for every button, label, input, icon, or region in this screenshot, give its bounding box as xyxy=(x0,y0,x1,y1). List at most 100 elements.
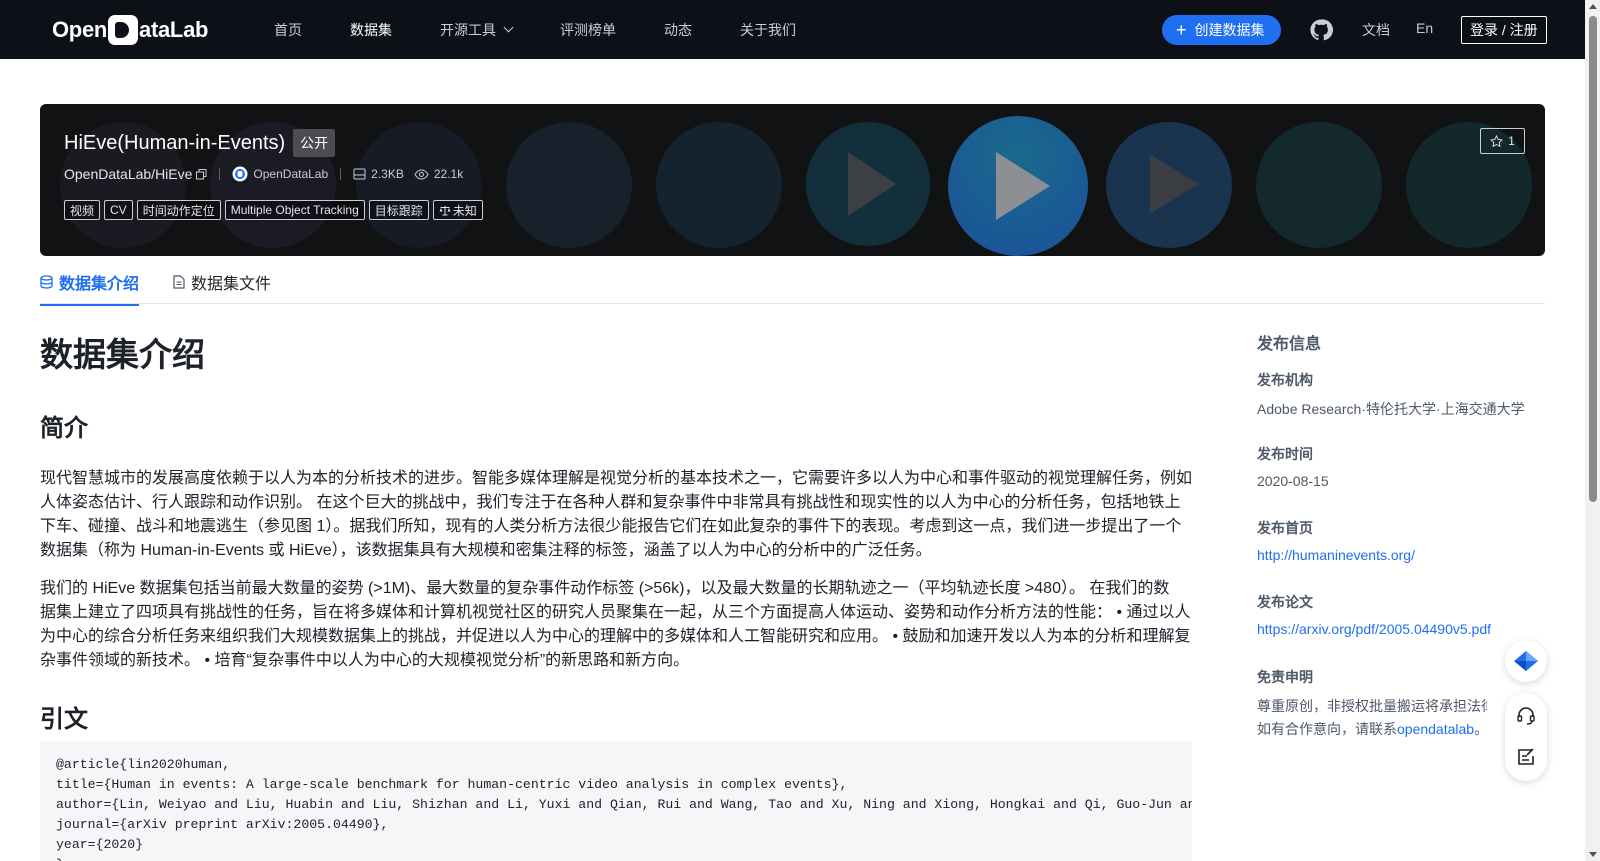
code-line: title={Human in events: A large-scale be… xyxy=(56,777,848,792)
dataset-meta: OpenDataLab/HiEve OpenDataLab 2.3KB 22.1… xyxy=(64,166,463,182)
publish-info-panel: 发布信息 发布机构 Adobe Research·特伦托大学·上海交通大学 发布… xyxy=(1257,330,1557,737)
nav-leaderboard[interactable]: 评测榜单 xyxy=(560,20,616,40)
repo-path: OpenDataLab/HiEve xyxy=(64,166,193,182)
text-line: 现代智慧城市的发展高度依赖于以人为本的分析技术的进步。智能多媒体理解是视觉分析的… xyxy=(40,470,1193,487)
text-line: 据集上建立了四项具有挑战性的任务，旨在将多媒体和计算机视觉社区的研究人员聚集在一… xyxy=(40,604,1191,621)
dataset-title-row: HiEve(Human-in-Events) 公开 xyxy=(64,129,336,157)
tag[interactable]: 目标跟踪 xyxy=(368,200,429,220)
intro-heading: 简介 xyxy=(40,415,88,442)
publisher-value: Adobe Research·特伦托大学·上海交通大学 xyxy=(1257,401,1525,417)
create-dataset-label: 创建数据集 xyxy=(1194,22,1265,38)
disclaimer-text: 如有合作意向，请联系 xyxy=(1257,721,1397,737)
intro-paragraph-1: 现代智慧城市的发展高度依赖于以人为本的分析技术的进步。智能多媒体理解是视觉分析的… xyxy=(40,467,1192,563)
text-line: 为中心的综合分析任务来组织我们大规模数据集上的挑战，并促进以人为中心的理解中的多… xyxy=(40,628,1191,645)
tab-dataset-intro[interactable]: 数据集介绍 xyxy=(40,270,140,306)
play-icon xyxy=(996,152,1050,220)
disclaimer-suffix: 。 xyxy=(1474,721,1489,737)
main-nav: 首页 数据集 开源工具 评测榜单 动态 关于我们 xyxy=(274,0,844,59)
nav-open-tools-label: 开源工具 xyxy=(440,21,496,38)
storage-icon xyxy=(353,168,366,180)
code-line: journal={arXiv preprint arXiv:2005.04490… xyxy=(56,817,389,832)
code-line: } xyxy=(56,855,1176,861)
dataset-tabs: 数据集介绍 数据集文件 xyxy=(40,260,1545,306)
scroll-up-arrow[interactable] xyxy=(1589,4,1597,9)
logo-d-mark-icon xyxy=(108,15,139,45)
star-count: 1 xyxy=(1508,134,1515,148)
publish-date-label: 发布时间 xyxy=(1257,446,1313,462)
dataset-title: HiEve(Human-in-Events) xyxy=(64,131,286,154)
divider xyxy=(219,168,221,180)
citation-heading: 引文 xyxy=(40,706,88,733)
code-line: author={Lin, Weiyao and Liu, Huabin and … xyxy=(56,797,1192,812)
opendatalab-logo[interactable]: Open ataLab xyxy=(52,15,208,45)
tag[interactable]: 视频 xyxy=(64,200,101,220)
nav-about[interactable]: 关于我们 xyxy=(740,20,796,40)
active-tab-indicator xyxy=(40,304,140,306)
page-scrollbar[interactable] xyxy=(1585,0,1600,861)
divider xyxy=(340,168,342,180)
scrollbar-thumb[interactable] xyxy=(1589,16,1597,502)
license-tag[interactable]: 未知 xyxy=(432,200,483,220)
star-button[interactable]: 1 xyxy=(1480,128,1525,154)
org-logo-icon xyxy=(232,166,248,182)
scale-icon xyxy=(439,205,451,215)
tab-dataset-intro-label: 数据集介绍 xyxy=(59,276,140,293)
dataset-size: 2.3KB xyxy=(371,167,404,181)
disclaimer-line-2: 如有合作意向，请联系opendatalab。 xyxy=(1257,719,1488,739)
create-dataset-button[interactable]: + 创建数据集 xyxy=(1162,15,1281,45)
text-line: 我们的 HiEve 数据集包括当前最大数量的姿势 (>1M)、最大数量的复杂事件… xyxy=(40,580,1170,597)
text-line: 下车、碰撞、战斗和地震逃生（参见图 1）。据我们所知，现有的人类分析方法很少能报… xyxy=(40,518,1182,535)
decorative-circle xyxy=(356,122,482,248)
dataset-intro-content: 数据集介绍 简介 现代智慧城市的发展高度依赖于以人为本的分析技术的进步。智能多媒… xyxy=(40,328,1192,734)
nav-open-tools[interactable]: 开源工具 xyxy=(440,20,514,40)
tag[interactable]: Multiple Object Tracking xyxy=(224,200,365,220)
org-name[interactable]: OpenDataLab xyxy=(253,167,328,181)
text-line: 数据集（称为 Human-in-Events 或 HiEve），该数据集具有大规… xyxy=(40,542,932,559)
tag-list: 视频 CV 时间动作定位 Multiple Object Tracking 目标… xyxy=(64,200,487,220)
play-icon xyxy=(1150,154,1198,214)
decorative-circle xyxy=(656,122,782,248)
intro-paragraph-2: 我们的 HiEve 数据集包括当前最大数量的姿势 (>1M)、最大数量的复杂事件… xyxy=(40,577,1192,673)
code-line: year={2020} xyxy=(56,837,144,852)
headset-icon[interactable] xyxy=(1516,706,1536,726)
top-navbar: Open ataLab 首页 数据集 开源工具 评测榜单 动态 关于我们 + 创… xyxy=(0,0,1585,59)
publish-info-title: 发布信息 xyxy=(1257,336,1322,353)
disclaimer-line-1: 尊重原创，非授权批量搬运将承担法律责任 xyxy=(1257,698,1487,714)
floating-assistant-button[interactable] xyxy=(1505,640,1547,682)
login-register-button[interactable]: 登录 / 注册 xyxy=(1461,16,1547,44)
decorative-circle xyxy=(948,116,1088,256)
paper-label: 发布论文 xyxy=(1257,594,1313,610)
text-line: 人体姿态估计、行人跟踪和动作识别。 在这个巨大的挑战中，我们专注于在各种人群和复… xyxy=(40,494,1181,511)
nav-news[interactable]: 动态 xyxy=(664,20,692,40)
tag[interactable]: 时间动作定位 xyxy=(136,200,221,220)
text-line: 杂事件领域的新技术。 • 培育“复杂事件中以人为中心的大规模视觉分析”的新思路和… xyxy=(40,652,690,669)
copy-icon[interactable] xyxy=(196,168,207,180)
tag[interactable]: CV xyxy=(104,200,133,220)
citation-code-block[interactable]: @article{lin2020human, title={Human in ev… xyxy=(40,741,1192,861)
dataset-hero-banner: HiEve(Human-in-Events) 公开 OpenDataLab/Hi… xyxy=(40,104,1545,256)
eye-icon xyxy=(414,168,429,180)
nav-docs[interactable]: 文档 xyxy=(1362,20,1390,40)
homepage-link[interactable]: http://humaninevents.org/ xyxy=(1257,547,1415,563)
publisher-label: 发布机构 xyxy=(1257,372,1313,388)
page-title: 数据集介绍 xyxy=(40,336,205,373)
visibility-badge: 公开 xyxy=(293,129,336,157)
nav-datasets[interactable]: 数据集 xyxy=(350,20,392,40)
file-icon xyxy=(173,275,185,289)
code-line: @article{lin2020human, xyxy=(56,757,231,772)
github-icon[interactable] xyxy=(1309,18,1333,42)
star-icon xyxy=(1490,134,1504,147)
feedback-icon[interactable] xyxy=(1516,747,1536,767)
language-switch[interactable]: En xyxy=(1416,20,1433,36)
scroll-down-arrow[interactable] xyxy=(1589,852,1597,857)
contact-link[interactable]: opendatalab xyxy=(1397,721,1474,737)
decorative-circle xyxy=(806,122,930,246)
tab-dataset-files[interactable]: 数据集文件 xyxy=(173,270,271,294)
paper-link[interactable]: https://arxiv.org/pdf/2005.04490v5.pdf xyxy=(1257,621,1491,637)
logo-text-right: ataLab xyxy=(139,17,209,42)
decorative-circle xyxy=(1256,122,1382,248)
chevron-down-icon xyxy=(503,22,514,33)
nav-home[interactable]: 首页 xyxy=(274,20,302,40)
play-icon xyxy=(848,152,896,216)
decorative-circle xyxy=(506,122,632,248)
